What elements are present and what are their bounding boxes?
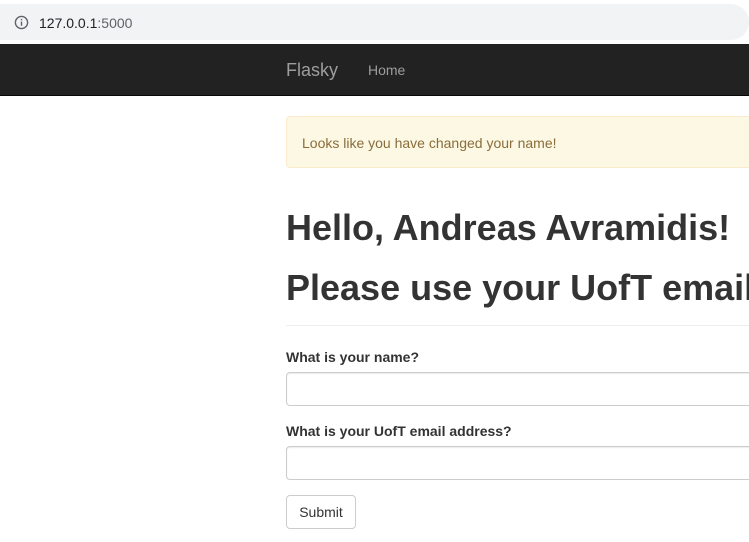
url-port: :5000	[97, 15, 133, 31]
info-circle-icon[interactable]	[14, 15, 29, 30]
browser-toolbar: 127.0.0.1:5000	[0, 0, 749, 44]
address-bar[interactable]: 127.0.0.1:5000	[0, 4, 749, 40]
url-text[interactable]: 127.0.0.1:5000	[39, 15, 132, 31]
alert-warning: Looks like you have changed your name!	[286, 116, 749, 168]
email-notice: Please use your UofT email.	[286, 267, 749, 308]
nav-link-home[interactable]: Home	[368, 62, 405, 78]
email-label: What is your UofT email address?	[286, 423, 512, 439]
submit-button[interactable]: Submit	[286, 495, 356, 529]
header-divider	[286, 325, 749, 326]
name-input[interactable]	[286, 372, 749, 406]
navbar: Flasky Home	[0, 44, 749, 96]
email-input[interactable]	[286, 446, 749, 480]
name-label: What is your name?	[286, 349, 420, 365]
page-greeting: Hello, Andreas Avramidis!	[286, 207, 731, 248]
alert-message: Looks like you have changed your name!	[302, 135, 557, 151]
navbar-brand[interactable]: Flasky	[286, 59, 338, 81]
url-host: 127.0.0.1	[39, 15, 98, 31]
